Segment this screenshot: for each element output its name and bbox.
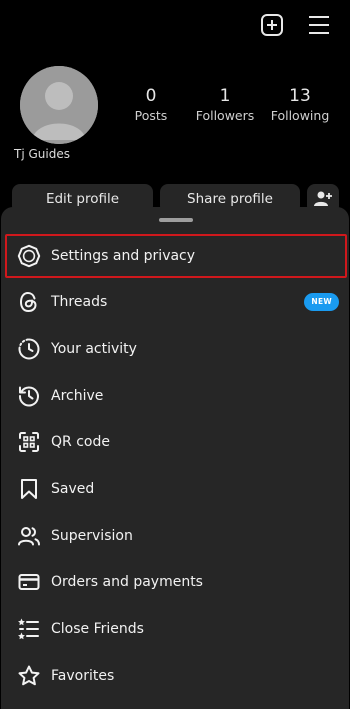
menu-item-label: Close Friends	[51, 621, 144, 637]
credit-card-icon	[17, 570, 41, 594]
stat-value: 13	[289, 86, 311, 106]
top-bar	[0, 0, 350, 54]
menu-item-your-activity[interactable]: Your activity	[5, 327, 347, 371]
sheet-drag-handle[interactable]	[159, 218, 193, 222]
hamburger-menu-icon[interactable]	[306, 12, 332, 38]
settings-gear-icon	[17, 244, 41, 268]
add-post-icon[interactable]	[259, 12, 285, 38]
supervision-icon	[17, 524, 41, 548]
menu-item-orders-and-payments[interactable]: Orders and payments	[5, 560, 347, 604]
new-badge: NEW	[304, 293, 339, 311]
stat-label: Followers	[195, 108, 255, 123]
add-person-icon	[314, 191, 332, 206]
stat-value: 0	[145, 86, 157, 106]
menu-item-label: QR code	[51, 434, 110, 450]
archive-icon	[17, 384, 41, 408]
profile-username: Tj Guides	[14, 147, 70, 161]
stat-following[interactable]: 13 Following	[260, 86, 340, 125]
menu-item-threads[interactable]: Threads NEW	[5, 280, 347, 324]
menu-item-label: Saved	[51, 481, 95, 497]
stat-label: Posts	[134, 108, 168, 123]
menu-item-favorites[interactable]: Favorites	[5, 654, 347, 698]
profile-header: Tj Guides 0 Posts 1 Followers 13 Followi…	[0, 54, 350, 174]
menu-item-label: Archive	[51, 388, 104, 404]
menu-bottom-sheet: Settings and privacy Threads NEW Your ac…	[1, 207, 349, 709]
stat-value: 1	[219, 86, 231, 106]
avatar[interactable]	[20, 66, 98, 144]
menu-item-label: Orders and payments	[51, 574, 203, 590]
star-icon	[17, 664, 41, 688]
qr-code-icon	[17, 430, 41, 454]
menu-item-label: Your activity	[51, 341, 137, 357]
close-friends-icon	[17, 617, 41, 641]
stat-followers[interactable]: 1 Followers	[185, 86, 265, 125]
activity-icon	[17, 337, 41, 361]
menu-item-qr-code[interactable]: QR code	[5, 420, 347, 464]
stat-label: Following	[270, 108, 330, 123]
menu-item-supervision[interactable]: Supervision	[5, 514, 347, 558]
menu-item-settings-and-privacy[interactable]: Settings and privacy	[5, 234, 347, 278]
stat-posts[interactable]: 0 Posts	[111, 86, 191, 125]
menu-item-label: Supervision	[51, 528, 133, 544]
menu-item-label: Threads	[51, 294, 108, 310]
menu-item-label: Settings and privacy	[51, 248, 196, 264]
menu-item-label: Favorites	[51, 668, 115, 684]
menu-item-saved[interactable]: Saved	[5, 467, 347, 511]
bookmark-icon	[17, 477, 41, 501]
menu-item-close-friends[interactable]: Close Friends	[5, 607, 347, 651]
threads-icon	[17, 290, 41, 314]
menu-item-archive[interactable]: Archive	[5, 374, 347, 418]
